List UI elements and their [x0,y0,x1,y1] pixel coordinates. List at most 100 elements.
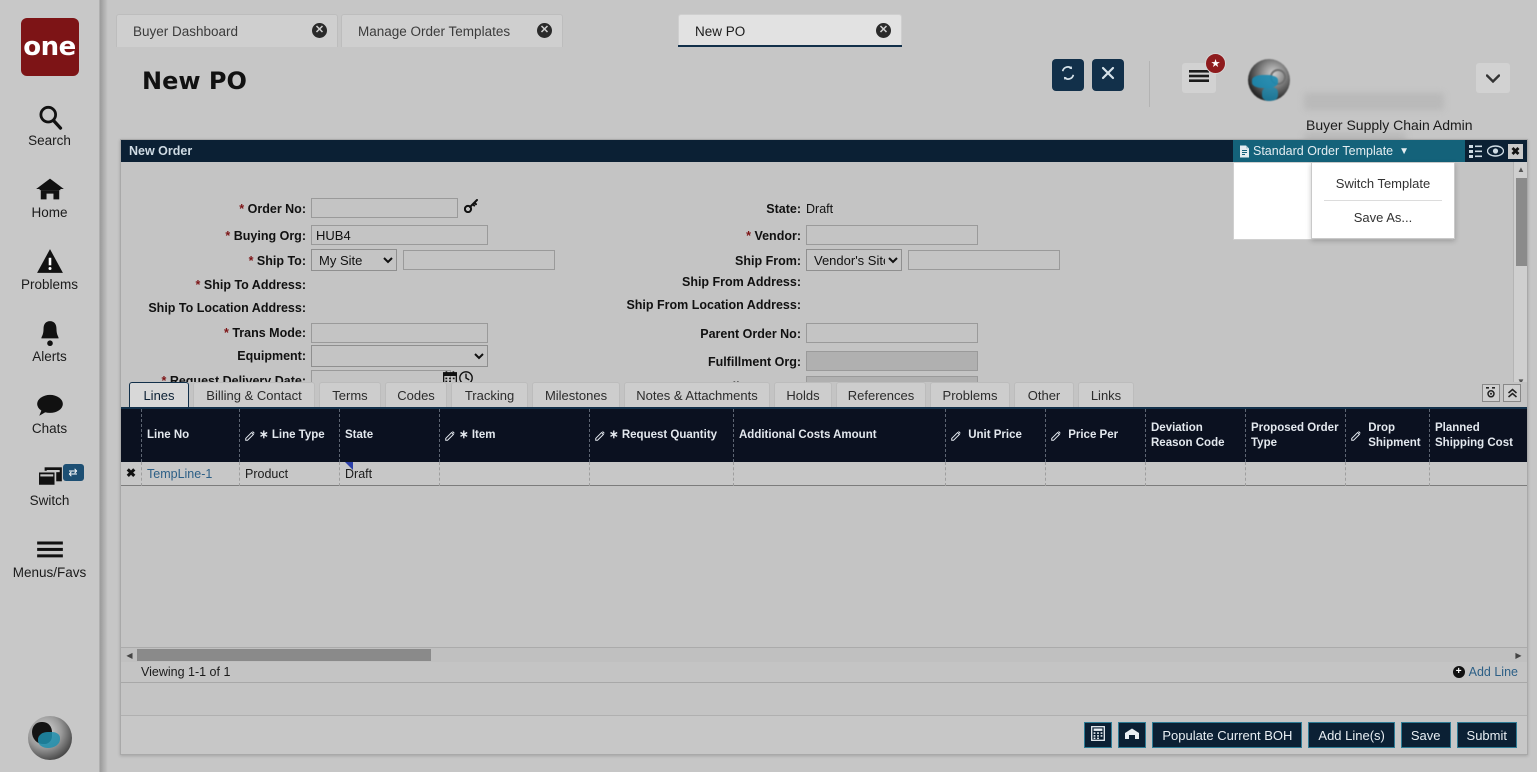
cell-line-no[interactable]: TempLine-1 [141,462,239,486]
rail-label-switch: Switch [29,493,70,508]
fulfillment-org-input[interactable] [806,351,978,371]
column-header-line-type[interactable]: ∗ Line Type [239,409,339,462]
rail-label-alerts: Alerts [32,349,67,364]
equipment-select[interactable] [311,345,488,367]
close-icon[interactable]: ✕ [537,23,552,38]
template-selector[interactable]: Standard Order Template ▼ [1233,140,1465,162]
column-header-request-quantity[interactable]: ∗ Request Quantity [589,409,733,462]
tab-codes[interactable]: Codes [385,382,447,408]
switch-badge-icon[interactable]: ⇄ [62,464,84,481]
close-icon[interactable]: ✕ [876,23,891,38]
close-icon[interactable]: ✕ [312,23,327,38]
tab-notes-attachments[interactable]: Notes & Attachments [624,382,770,408]
rail-item-menus-favs[interactable]: Menus/Favs [0,534,100,580]
tab-milestones[interactable]: Milestones [532,382,620,408]
star-icon[interactable]: ★ [1205,53,1226,74]
close-form-button[interactable] [1092,59,1124,91]
label-parent-order-no: Parent Order No: [700,327,801,341]
tab-tracking[interactable]: Tracking [451,382,528,408]
ship-to-site-input[interactable] [403,250,555,270]
menu-item-switch-template[interactable]: Switch Template [1312,167,1454,200]
form-vertical-scrollbar[interactable]: ▲ ▼ [1513,162,1527,388]
menu-item-save-as[interactable]: Save As... [1312,201,1454,234]
column-header-line-no[interactable]: Line No [141,409,239,462]
rail-avatar[interactable] [28,716,72,760]
ship-from-site-input[interactable] [908,250,1060,270]
user-menu-chevron[interactable] [1476,63,1510,93]
rail-item-problems[interactable]: Problems [0,246,100,292]
label-fulfillment-org: Fulfillment Org: [707,355,801,369]
populate-current-boh-button[interactable]: Populate Current BOH [1152,722,1303,748]
vendor-input[interactable] [806,225,978,245]
avatar[interactable] [1248,59,1290,101]
tab-terms[interactable]: Terms [319,382,381,408]
tab-other[interactable]: Other [1014,382,1074,408]
label-ship-from-location-address: Ship From Location Address: [626,298,801,312]
cell-item[interactable] [439,462,589,486]
scroll-left-icon[interactable]: ◀ [122,648,137,662]
column-header-price-per[interactable]: Price Per [1045,409,1145,462]
refresh-button[interactable] [1052,59,1084,91]
layout-config-icon[interactable] [1469,144,1483,158]
edit-pencil-icon [1351,430,1362,441]
scroll-thumb[interactable] [137,649,431,661]
order-no-input[interactable] [311,198,458,218]
trans-mode-input[interactable] [311,323,488,343]
warning-triangle-icon [36,246,64,276]
save-button[interactable]: Save [1400,722,1451,748]
grid-horizontal-scrollbar[interactable]: ◀ ▶ [121,647,1527,662]
key-lookup-icon[interactable] [464,199,478,213]
scroll-right-icon[interactable]: ▶ [1511,648,1526,662]
buying-org-input[interactable] [311,225,488,245]
rail-item-home[interactable]: Home [0,174,100,220]
tab-billing-contact[interactable]: Billing & Contact [193,382,315,408]
edit-pencil-icon [445,430,456,441]
ship-to-select[interactable]: My Site [311,249,397,271]
panel-close-button[interactable]: ✖ [1508,143,1523,159]
scroll-thumb[interactable] [1516,178,1527,266]
browser-tab-new-po[interactable]: New PO ✕ [678,14,902,47]
cell-drop-shipment[interactable] [1345,462,1429,486]
rail-item-alerts[interactable]: Alerts [0,318,100,364]
column-header-unit-price[interactable]: Unit Price [945,409,1045,462]
tab-lines[interactable]: Lines [129,382,189,408]
warehouse-icon [1124,727,1140,743]
column-header-drop-shipment[interactable]: Drop Shipment [1345,409,1429,462]
tab-holds[interactable]: Holds [774,382,832,408]
collapse-up-icon[interactable] [1503,384,1521,402]
cell-line-type[interactable]: Product [239,462,339,486]
header-divider [1149,61,1150,107]
cell-price-per[interactable] [1045,462,1145,486]
column-header-planned-shipping-cost[interactable]: Planned Shipping Cost [1429,409,1527,462]
cell-request-quantity[interactable] [589,462,733,486]
tab-tools [1482,384,1521,402]
submit-button[interactable]: Submit [1456,722,1517,748]
rail-item-search[interactable]: Search [0,102,100,148]
column-header-proposed-order-type[interactable]: Proposed Order Type [1245,409,1345,462]
settings-gear-icon[interactable] [1482,384,1500,402]
scroll-up-icon[interactable]: ▲ [1514,162,1528,176]
column-header-state[interactable]: State [339,409,439,462]
add-lines-button[interactable]: Add Line(s) [1308,722,1395,748]
rail-item-switch[interactable]: ⇄ Switch [0,462,100,508]
rail-item-chats[interactable]: Chats [0,390,100,436]
ship-from-select[interactable]: Vendor's Site [806,249,902,271]
new-order-panel: New Order Standard Order Template ▼ ✖ Sw… [120,139,1528,755]
table-row[interactable]: ✖ TempLine-1 Product Draft [121,462,1527,486]
tab-problems[interactable]: Problems [930,382,1010,408]
warehouse-button[interactable] [1118,722,1147,748]
browser-tab-manage-order-templates[interactable]: Manage Order Templates ✕ [341,14,563,47]
calculator-button[interactable] [1084,722,1113,748]
tab-references[interactable]: References [836,382,926,408]
delete-row-icon[interactable]: ✖ [126,466,136,480]
add-line-link[interactable]: + Add Line [1452,665,1518,679]
column-header-item[interactable]: ∗ Item [439,409,589,462]
tab-links[interactable]: Links [1078,382,1134,408]
column-header-additional-costs-amount[interactable]: Additional Costs Amount [733,409,945,462]
app-logo[interactable]: one [20,18,79,76]
eye-icon[interactable] [1487,145,1504,157]
browser-tab-buyer-dashboard[interactable]: Buyer Dashboard ✕ [116,14,338,47]
column-header-deviation-reason-code[interactable]: Deviation Reason Code [1145,409,1245,462]
cell-unit-price[interactable] [945,462,1045,486]
parent-order-no-input[interactable] [806,323,978,343]
